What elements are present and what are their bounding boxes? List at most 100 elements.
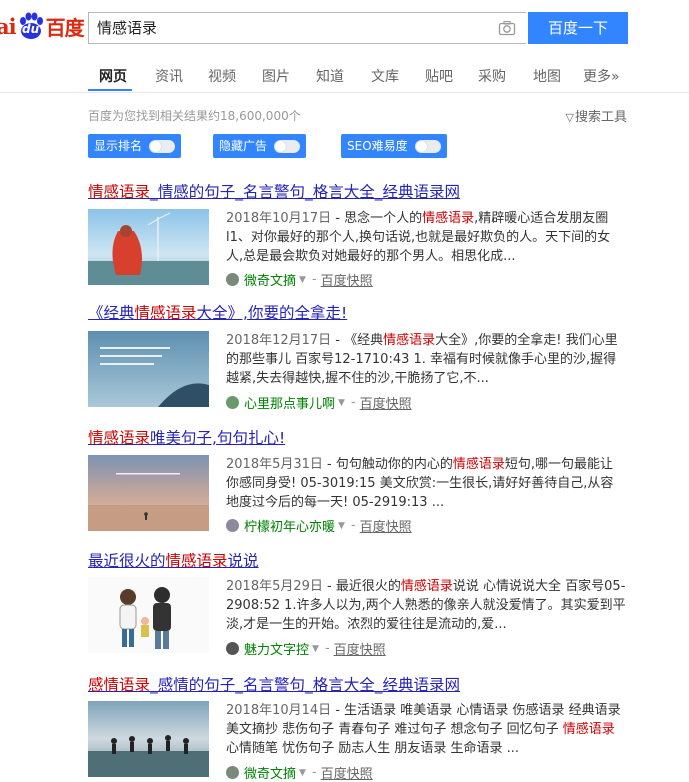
search-button[interactable]: 百度一下	[528, 12, 628, 44]
text-segment: 说说	[227, 552, 259, 570]
avatar	[226, 519, 239, 532]
logo-du: du	[22, 22, 40, 36]
separator: -	[350, 518, 356, 533]
result-thumbnail[interactable]	[88, 701, 209, 777]
tab-map[interactable]: 地图	[533, 66, 561, 86]
switch-icon	[274, 139, 301, 153]
separator: -	[311, 272, 317, 287]
text-segment: 心情随笔 忧伤句子 励志人生 朋友语录 生命语录 ...	[226, 741, 520, 756]
result-abstract: 2018年5月29日 - 最近很火的情感语录说说 心情说说大全 百家号05-29…	[226, 577, 626, 634]
source-name[interactable]: 微奇文摘	[244, 763, 296, 782]
tab-more[interactable]: 更多»	[583, 66, 620, 86]
source-name[interactable]: 微奇文摘	[244, 270, 296, 289]
tab-wenku[interactable]: 文库	[371, 66, 399, 86]
highlight-term: 情感语录	[422, 211, 475, 226]
result-title[interactable]: 《经典情感语录大全》,你要的全拿走!	[88, 303, 648, 323]
result-count: 百度为您找到相关结果约18,600,000个	[88, 109, 301, 123]
highlight-term: 感情语录	[88, 676, 151, 694]
logo-bai: ai	[0, 13, 17, 39]
highlight-term: 情感语录	[165, 552, 228, 570]
source-name[interactable]: 心里那点事儿啊	[244, 393, 335, 412]
search-input[interactable]	[89, 13, 477, 43]
result-abstract: 2018年5月31日 - 句句触动你的内心的情感语录短句,哪一句最能让你感同身受…	[226, 455, 626, 512]
text-segment: 唯美句子,句句扎心!	[150, 429, 286, 447]
result-source: 微奇文摘 ▼ - 百度快照	[226, 763, 373, 782]
tab-tieba[interactable]: 贴吧	[425, 66, 453, 86]
toggle-label: 显示排名	[94, 139, 143, 153]
result-source: 微奇文摘 ▼ - 百度快照	[226, 270, 373, 289]
result-title[interactable]: 感情语录_感情的句子_名言警句_格言大全_经典语录网	[88, 675, 648, 695]
paw-icon: du	[17, 12, 45, 40]
result-title[interactable]: 最近很火的情感语录说说	[88, 551, 648, 571]
highlight-term: 情感语录	[134, 304, 197, 322]
text-segment: - 《经典	[331, 333, 384, 348]
result-thumbnail[interactable]	[88, 331, 209, 407]
highlight-term: 情感语录	[452, 457, 505, 472]
avatar	[226, 642, 239, 655]
avatar	[226, 766, 239, 779]
result-source: 心里那点事儿啊 ▼ - 百度快照	[226, 393, 412, 412]
highlight-term: 情感语录	[562, 722, 615, 737]
caret-down-icon[interactable]: ▼	[338, 398, 345, 408]
caret-down-icon[interactable]: ▼	[299, 768, 306, 778]
text-segment: 大全》,你要的全拿走!	[196, 304, 348, 322]
baidu-logo[interactable]: ai du 百度	[0, 9, 85, 43]
active-tab-indicator	[88, 89, 132, 91]
avatar	[226, 273, 239, 286]
search-tabs: 网页 资讯 视频 图片 知道 文库 贴吧 采购 地图 更多»	[0, 58, 689, 93]
result-source: 柠檬初年心亦暖 ▼ - 百度快照	[226, 516, 412, 535]
camera-icon[interactable]	[498, 19, 516, 37]
toggle-show-rank[interactable]: 显示排名	[88, 134, 182, 158]
result-title[interactable]: 情感语录_情感的句子_名言警句_格言大全_经典语录网	[88, 182, 648, 202]
snapshot-link[interactable]: 百度快照	[321, 270, 373, 289]
separator: -	[324, 641, 330, 656]
header: ai du 百度 百度一下	[0, 0, 689, 58]
tab-news[interactable]: 资讯	[155, 66, 183, 86]
tab-images[interactable]: 图片	[262, 66, 290, 86]
tab-caigou[interactable]: 采购	[478, 66, 506, 86]
highlight-term: 情感语录	[88, 429, 151, 447]
text-segment: _情感的句子_名言警句_格言大全_经典语录网	[150, 183, 461, 201]
tab-zhidao[interactable]: 知道	[316, 66, 344, 86]
result-thumbnail[interactable]	[88, 209, 209, 285]
highlight-term: 情感语录	[88, 183, 151, 201]
switch-icon	[414, 139, 441, 153]
search-result: 最近很火的情感语录说说 2018年5月29日 - 最近很火的情感语录说说 心情说…	[88, 551, 648, 658]
result-thumbnail[interactable]	[88, 455, 209, 531]
tab-web[interactable]: 网页	[99, 66, 127, 86]
result-date: 2018年5月31日	[226, 457, 323, 472]
caret-down-icon[interactable]: ▼	[299, 275, 306, 285]
result-title[interactable]: 情感语录唯美句子,句句扎心!	[88, 428, 648, 448]
result-thumbnail[interactable]	[88, 577, 209, 653]
search-tools-link[interactable]: ▽搜索工具	[566, 106, 627, 125]
tab-video[interactable]: 视频	[208, 66, 236, 86]
search-result: 《经典情感语录大全》,你要的全拿走! 2018年12月17日 - 《经典情感语录…	[88, 303, 648, 412]
switch-icon	[149, 139, 176, 153]
text-segment: - 句句触动你的内心的	[322, 457, 453, 472]
text-segment: 最近很火的	[88, 552, 166, 570]
toggle-label: 隐藏广告	[219, 139, 268, 153]
source-name[interactable]: 魅力文字控	[244, 639, 309, 658]
text-segment: - 最近很火的	[322, 579, 401, 594]
result-abstract: 2018年12月17日 - 《经典情感语录大全》,你要的全拿走! 我们心里的那些…	[226, 331, 626, 388]
snapshot-link[interactable]: 百度快照	[360, 516, 412, 535]
separator: -	[350, 395, 356, 410]
toggle-hide-ads[interactable]: 隐藏广告	[213, 134, 307, 158]
avatar	[226, 396, 239, 409]
highlight-term: 情感语录	[400, 579, 453, 594]
search-box	[88, 12, 526, 44]
search-tools-label: 搜索工具	[574, 110, 627, 125]
highlight-term: 情感语录	[383, 333, 436, 348]
snapshot-link[interactable]: 百度快照	[321, 763, 373, 782]
source-name[interactable]: 柠檬初年心亦暖	[244, 516, 335, 535]
caret-down-icon[interactable]: ▼	[312, 644, 319, 654]
caret-down-icon[interactable]: ▼	[338, 521, 345, 531]
snapshot-link[interactable]: 百度快照	[360, 393, 412, 412]
snapshot-link[interactable]: 百度快照	[334, 639, 386, 658]
result-date: 2018年12月17日	[226, 333, 332, 348]
result-date: 2018年5月29日	[226, 579, 323, 594]
toggle-seo[interactable]: SEO难易度	[341, 134, 447, 158]
search-result: 感情语录_感情的句子_名言警句_格言大全_经典语录网 2018年10月14日 -…	[88, 675, 648, 782]
result-date: 2018年10月14日	[226, 703, 332, 718]
text-segment: _感情的句子_名言警句_格言大全_经典语录网	[150, 676, 461, 694]
